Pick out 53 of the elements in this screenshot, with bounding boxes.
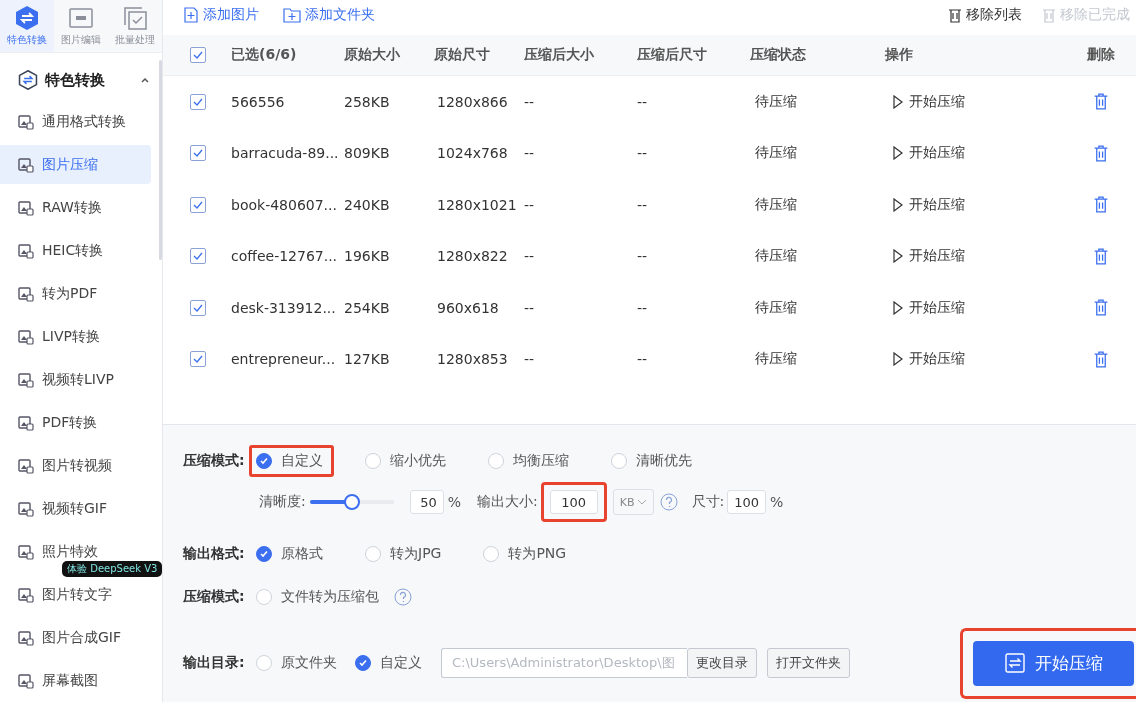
table-cell-text: entrepreneur... (231, 351, 337, 368)
table-cell-text: -- (637, 196, 649, 213)
table-cell-text: 254KB (344, 299, 391, 316)
column-header: 已选(6/6) (231, 46, 298, 64)
table-cell-text: 809KB (344, 145, 391, 162)
column-header: 压缩状态 (750, 46, 807, 64)
column-header: 压缩后尺寸 (637, 46, 708, 64)
table-cell-text: book-480607... (231, 196, 338, 213)
table-cell-text: -- (524, 196, 536, 213)
table-cell-text: 258KB (344, 93, 391, 110)
table-cell-text: barracuda-89... (231, 145, 340, 162)
unit-label: % (770, 494, 784, 510)
setting-label: 压缩模式: (183, 588, 246, 606)
table-cell-text: 127KB (344, 351, 391, 368)
table-cell-text: 待压缩 (754, 247, 798, 266)
table-cell-text: 待压缩 (754, 144, 798, 163)
setting-label: 尺寸: (691, 493, 725, 511)
table-cell-text: 1024x768 (436, 145, 509, 162)
table-cell-text: -- (524, 93, 536, 110)
table-cell-text: -- (637, 145, 649, 162)
table-cell-text: -- (524, 351, 536, 368)
unit-label: % (447, 494, 462, 510)
table-cell-text: -- (637, 351, 649, 368)
column-header: 操作 (885, 46, 914, 64)
table-cell-text: 566556 (231, 93, 286, 110)
column-header: 原始大小 (344, 46, 401, 64)
table-cell-text: 待压缩 (754, 92, 798, 111)
setting-label: 压缩模式: (183, 452, 246, 470)
table-cell-text: 196KB (344, 248, 391, 265)
table-cell-text: 960x618 (436, 299, 500, 316)
table-cell-text: -- (524, 299, 536, 316)
table-cell-text: 待压缩 (754, 195, 798, 214)
setting-label: 输出目录: (183, 654, 246, 672)
table-cell-text: desk-313912... (231, 299, 337, 316)
table-cell-text: 240KB (344, 196, 391, 213)
table-cell-text: 1280x866 (436, 93, 509, 110)
setting-label: 清晰度: (259, 493, 306, 511)
table-cell-text: 1280x822 (436, 248, 509, 265)
column-header: 压缩后大小 (524, 46, 595, 64)
table-cell-text: coffee-12767... (231, 248, 339, 265)
setting-label: 输出大小: (477, 493, 538, 511)
column-header: 删除 (1086, 46, 1116, 64)
column-header: 原始尺寸 (434, 46, 491, 64)
table-cell-text: 1280x1021 (436, 196, 518, 213)
table-cell-text: -- (524, 145, 536, 162)
setting-label: 输出格式: (183, 545, 246, 563)
table-cell-text: 待压缩 (754, 298, 798, 317)
table-cell-text: -- (637, 93, 649, 110)
table-cell-text: -- (637, 248, 649, 265)
table-cell-text: 1280x853 (436, 351, 509, 368)
table-cell-text: 待压缩 (754, 350, 798, 369)
table-cell-text: -- (524, 248, 536, 265)
table-cell-text: -- (637, 299, 649, 316)
